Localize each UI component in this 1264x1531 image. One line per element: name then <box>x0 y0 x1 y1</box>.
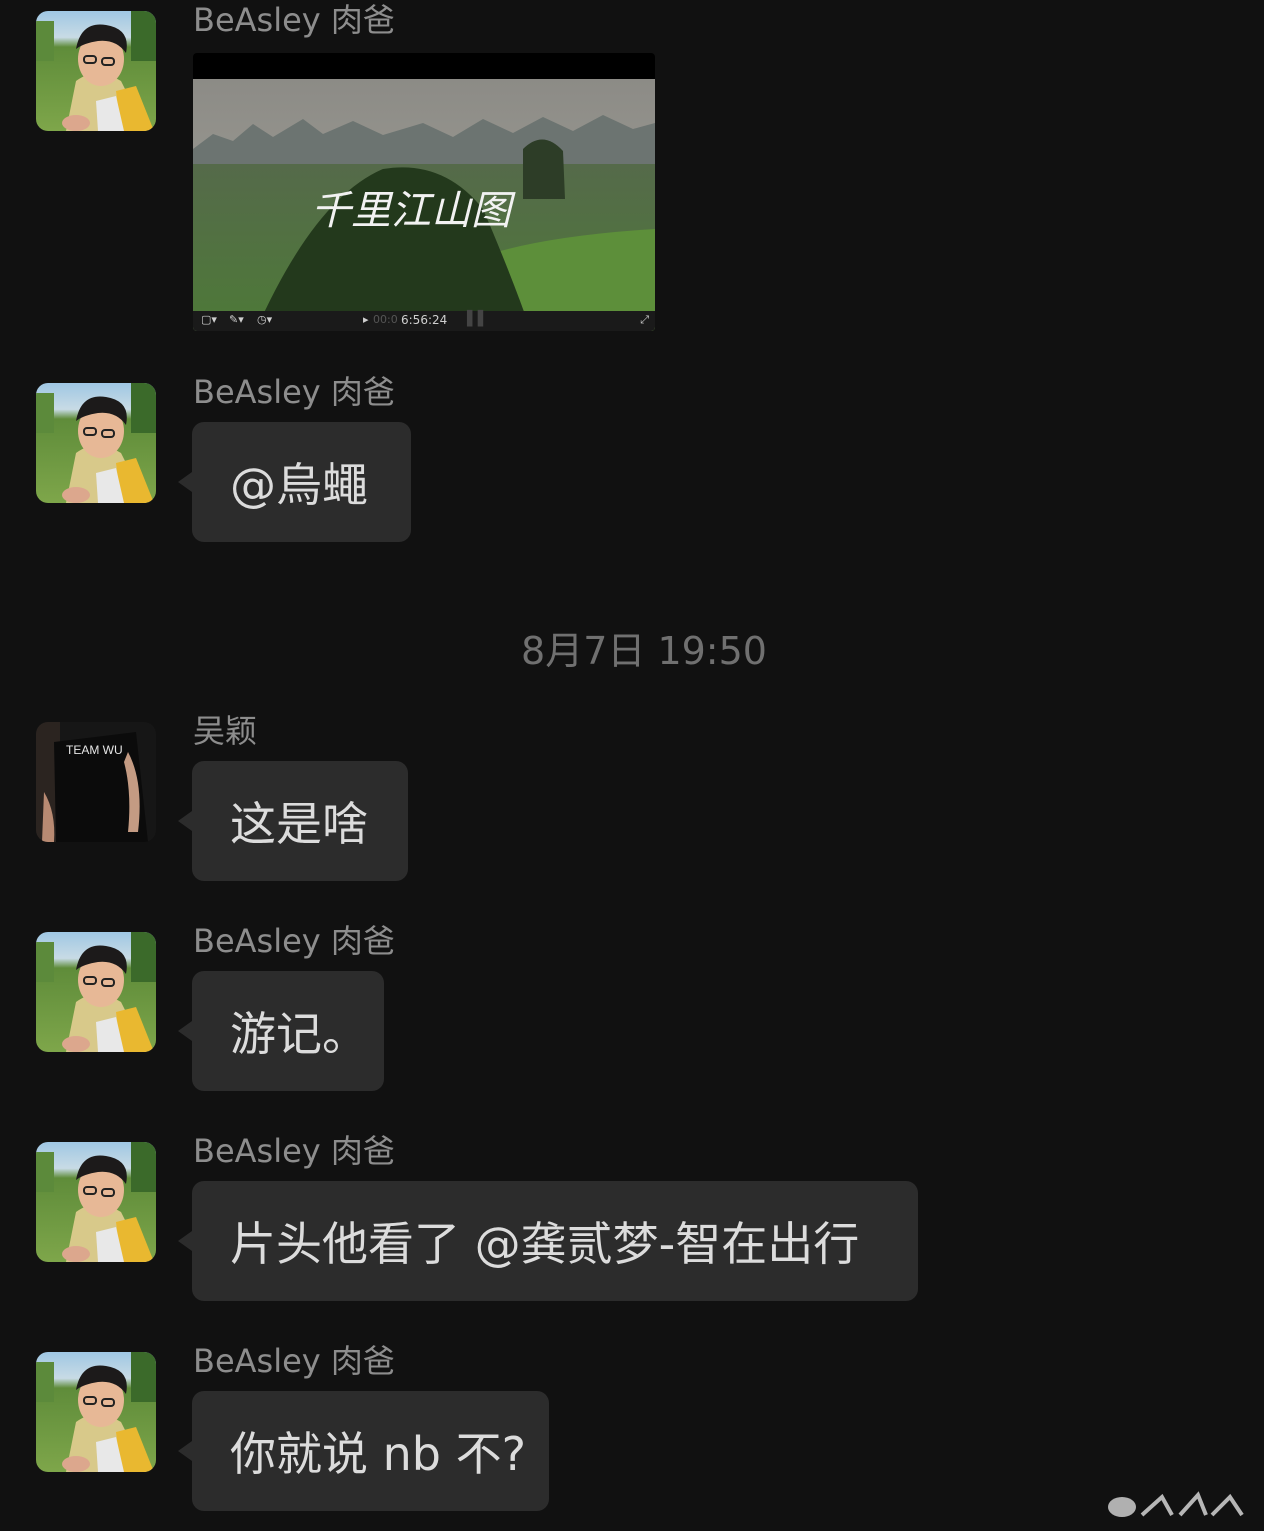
video-elapsed: 00:0 <box>373 313 398 326</box>
avatar-image <box>36 1142 156 1262</box>
message-bubble[interactable]: 你就说 nb 不? <box>178 1391 549 1511</box>
message-text: 你就说 nb 不? <box>230 1427 527 1481</box>
sender-avatar[interactable] <box>36 932 156 1052</box>
video-thumbnail: 千里江山图 <box>193 79 655 331</box>
message-bubble[interactable]: 片头他看了 @龚贰梦-智在出行 <box>178 1181 918 1301</box>
speed-icon[interactable]: ◷▾ <box>257 313 272 326</box>
sender-name: 吴颖 <box>193 712 258 750</box>
video-title-text: 千里江山图 <box>311 188 516 234</box>
sender-name: BeAsley 肉爸 <box>193 1 395 39</box>
message-bubble[interactable]: @烏蠅 <box>178 422 411 542</box>
message-text: 游记。 <box>230 1007 368 1061</box>
message-text: 片头他看了 @龚贰梦-智在出行 <box>230 1217 860 1271</box>
chat-timestamp: 8月7日 19:50 <box>521 629 767 673</box>
message-bubble[interactable]: 游记。 <box>178 971 384 1091</box>
message-text: 这是啥 <box>230 797 368 851</box>
video-controls: ▢▾ ✎▾ ◷▾ ▸ 00:0 6:56:24 ▌▌ ⤢ <box>193 311 655 331</box>
play-icon[interactable]: ▸ <box>363 313 369 326</box>
sender-avatar[interactable] <box>36 1352 156 1472</box>
screen-icon[interactable]: ▢▾ <box>201 313 217 326</box>
sender-avatar[interactable] <box>36 722 156 842</box>
magic-wand-icon[interactable]: ✎▾ <box>229 313 244 326</box>
avatar-image <box>36 11 156 131</box>
video-duration: 6:56:24 <box>401 313 448 327</box>
sender-avatar[interactable] <box>36 11 156 131</box>
sender-name: BeAsley 肉爸 <box>193 1342 395 1380</box>
message-bubble[interactable]: 这是啥 <box>178 761 408 881</box>
sender-name: BeAsley 肉爸 <box>193 1132 395 1170</box>
message-text: @烏蠅 <box>230 458 368 512</box>
video-message[interactable]: 千里江山图 ▢▾ ✎▾ ◷▾ ▸ 00:0 6:56:24 ▌▌ ⤢ <box>193 53 655 331</box>
avatar-image <box>36 932 156 1052</box>
sender-avatar[interactable] <box>36 1142 156 1262</box>
fullscreen-icon[interactable]: ⤢ <box>640 313 649 327</box>
avatar-image <box>36 383 156 503</box>
sender-avatar[interactable] <box>36 383 156 503</box>
avatar-image <box>36 1352 156 1472</box>
sender-name: BeAsley 肉爸 <box>193 922 395 960</box>
watermark-logo <box>1108 1491 1244 1517</box>
sender-name: BeAsley 肉爸 <box>193 373 395 411</box>
progress-handle[interactable]: ▌▌ <box>467 311 489 327</box>
avatar-image <box>36 722 156 842</box>
